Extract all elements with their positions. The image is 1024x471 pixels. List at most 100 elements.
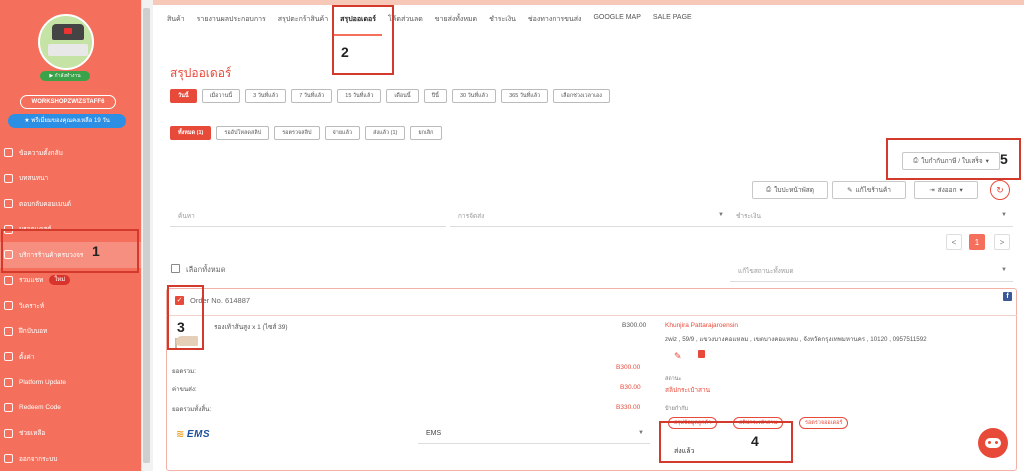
- date-filter-yesterday[interactable]: เมื่อวานนี้: [201, 89, 241, 103]
- date-filter-30-days[interactable]: 30 วันที่แล้ว: [451, 89, 497, 103]
- premium-badge[interactable]: ★ พรีเมี่ยมของคุณคงเหลือ 19 วัน: [8, 114, 126, 128]
- tag-label: ป้ายกำกับ: [665, 406, 689, 412]
- tab-payment[interactable]: ชำระเงิน: [483, 8, 522, 36]
- sidebar-item-label: วิเคราะห์: [19, 302, 45, 310]
- shop-name-badge[interactable]: WORKSHOPZWIZSTAFF6: [20, 95, 116, 109]
- sidebar-item-platform-update[interactable]: Platform Update: [0, 370, 141, 396]
- tag-check-order[interactable]: รอตรวจออเดอร์: [799, 417, 849, 429]
- carrier-select[interactable]: EMS ▼: [418, 424, 650, 444]
- annotation-box-3: [167, 285, 204, 350]
- order-header: [166, 288, 1017, 316]
- total-label: ยอดรวมทั้งสิ้น:: [172, 406, 212, 413]
- top-nav: สินค้า รายงานผลประกอบการ สรุปตะกร้าสินค้…: [153, 8, 1024, 36]
- date-filter-7-days[interactable]: 7 วันที่แล้ว: [291, 89, 333, 103]
- status-filter-cancelled[interactable]: ยกเลิก: [410, 126, 442, 140]
- status-filter-group: ทั้งหมด (1) รออัปโหลดสลิป รอตรวจสลิป จ่า…: [170, 126, 442, 140]
- sidebar-item-train-bot[interactable]: ฝึกบับบอท: [0, 319, 141, 345]
- sidebar-item-label: Redeem Code: [19, 404, 61, 412]
- date-filter-today[interactable]: วันนี้: [170, 89, 197, 103]
- refresh-button[interactable]: ↻: [990, 180, 1010, 200]
- status-filter-awaiting-slip[interactable]: รออัปโหลดสลิป: [216, 126, 270, 140]
- pencil-icon: ✎: [847, 187, 853, 194]
- tab-cart-summary[interactable]: สรุปตะกร้าสินค้า: [272, 8, 334, 36]
- pagination-prev[interactable]: <: [946, 234, 962, 250]
- order-item-price: B300.00: [622, 322, 647, 329]
- bot-face-icon: [985, 438, 1001, 448]
- sidebar-item-redeem-code[interactable]: Redeem Code: [0, 395, 141, 421]
- carrier-logo-text: EMS: [186, 429, 211, 440]
- sidebar-item-comment-reply[interactable]: ตอบกลับคอมเมนต์: [0, 191, 141, 217]
- payment-select[interactable]: ชำระเงิน ▼: [728, 205, 1013, 227]
- sidebar-item-auto-reply[interactable]: ข้อความตั้งกลับ: [0, 140, 141, 166]
- status-filter-shipped[interactable]: ส่งแล้ว (1): [365, 126, 406, 140]
- date-filter-custom[interactable]: เลือกช่วงเวลาเอง: [553, 89, 610, 103]
- annotation-box-2: [332, 5, 394, 75]
- date-filter-365-days[interactable]: 365 วันที่แล้ว: [501, 89, 549, 103]
- sidebar-item-analytics[interactable]: วิเคราะห์: [0, 293, 141, 319]
- tab-sale-page[interactable]: SALE PAGE: [647, 8, 698, 36]
- sidebar-item-label: ฝึกบับบอท: [19, 328, 48, 336]
- date-filter-3-days[interactable]: 3 วันที่แล้ว: [245, 89, 287, 103]
- export-button[interactable]: ⇥ ส่งออก ▾: [914, 181, 978, 199]
- sidebar-item-logout[interactable]: ออกจากระบบ: [0, 446, 141, 471]
- sidebar-item-settings[interactable]: ตั้งค่า: [0, 344, 141, 370]
- customer-name[interactable]: Khunjira Pattarajaroensin: [665, 322, 738, 329]
- status-filter-checking-slip[interactable]: รอตรวจสลิป: [274, 126, 320, 140]
- edit-icon[interactable]: ✎: [674, 351, 682, 362]
- total-value: B330.00: [616, 404, 641, 411]
- chat-icon: [4, 173, 13, 183]
- pagination-page-1[interactable]: 1: [969, 234, 985, 250]
- status-label: สถานะ: [665, 376, 682, 382]
- subtotal-value: B300.00: [616, 364, 641, 371]
- tab-products[interactable]: สินค้า: [161, 8, 191, 36]
- edit-shop-button[interactable]: ✎ แก้ไขร้านค้า: [832, 181, 906, 199]
- logout-icon: [4, 454, 13, 464]
- bot-icon: [4, 326, 13, 336]
- tab-google-map[interactable]: GOOGLE MAP: [587, 8, 646, 36]
- print-label-label: ใบปะหน้าพัสดุ: [774, 187, 814, 194]
- help-icon: [4, 428, 13, 438]
- group-chat-icon: [4, 275, 13, 285]
- bulk-status-placeholder: แก้ไขสถานะทั้งหมด: [738, 267, 794, 275]
- caret-down-icon: ▼: [718, 212, 724, 218]
- avatar[interactable]: [38, 14, 94, 70]
- status-filter-paid[interactable]: จ่ายแล้ว: [324, 126, 361, 140]
- shipping-select[interactable]: การจัดส่ง ▼: [450, 205, 730, 227]
- date-filter-this-year[interactable]: ปีนี้: [423, 89, 447, 103]
- delete-icon[interactable]: [698, 350, 705, 358]
- carrier-option: EMS: [426, 430, 442, 437]
- select-all-checkbox[interactable]: [171, 264, 180, 273]
- comment-icon: [4, 199, 13, 209]
- sidebar-scrollbar[interactable]: [143, 8, 150, 463]
- analytics-icon: [4, 301, 13, 311]
- print-label-button[interactable]: ⎙ ใบปะหน้าพัสดุ: [752, 181, 828, 199]
- search-input[interactable]: ค้นหา: [170, 205, 446, 227]
- annotation-box-1: [1, 229, 139, 273]
- chat-widget-button[interactable]: [978, 428, 1008, 458]
- status-badge: ▶ กำลังทำงาน: [40, 71, 90, 81]
- export-icon: ⇥: [929, 187, 935, 194]
- shipping-value: B30.00: [620, 384, 641, 391]
- sidebar-item-conversation[interactable]: บทสนทนา: [0, 166, 141, 192]
- facebook-icon[interactable]: f: [1003, 292, 1012, 301]
- date-filter-this-month[interactable]: เดือนนี้: [386, 89, 419, 103]
- annotation-number-4: 4: [751, 433, 759, 449]
- sidebar-item-label: รวมแชท: [19, 277, 44, 285]
- tab-shipping[interactable]: ช่องทางการขนส่ง: [522, 8, 588, 36]
- carrier-logo: ≋ EMS: [176, 429, 210, 440]
- annotation-number-2: 2: [341, 44, 349, 60]
- tab-report[interactable]: รายงานผลประกอบการ: [191, 8, 272, 36]
- status-text: กำลังทำงาน: [54, 73, 81, 79]
- sidebar-item-help[interactable]: ช่วยเหลือ: [0, 421, 141, 447]
- refresh-icon: ↻: [996, 184, 1004, 195]
- avatar-detail-2: [48, 44, 88, 56]
- status-filter-all[interactable]: ทั้งหมด (1): [170, 126, 212, 140]
- select-all-label: เลือกทั้งหมด: [186, 265, 226, 274]
- caret-down-icon: ▼: [1001, 267, 1007, 273]
- sidebar-item-label: Platform Update: [19, 378, 66, 386]
- bot-eye: [995, 441, 998, 444]
- date-filter-15-days[interactable]: 15 วันที่แล้ว: [337, 89, 382, 103]
- tab-wholesale[interactable]: ขายส่งทั้งหมด: [429, 8, 483, 36]
- bulk-status-select[interactable]: แก้ไขสถานะทั้งหมด ▼: [730, 260, 1013, 282]
- pagination-next[interactable]: >: [994, 234, 1010, 250]
